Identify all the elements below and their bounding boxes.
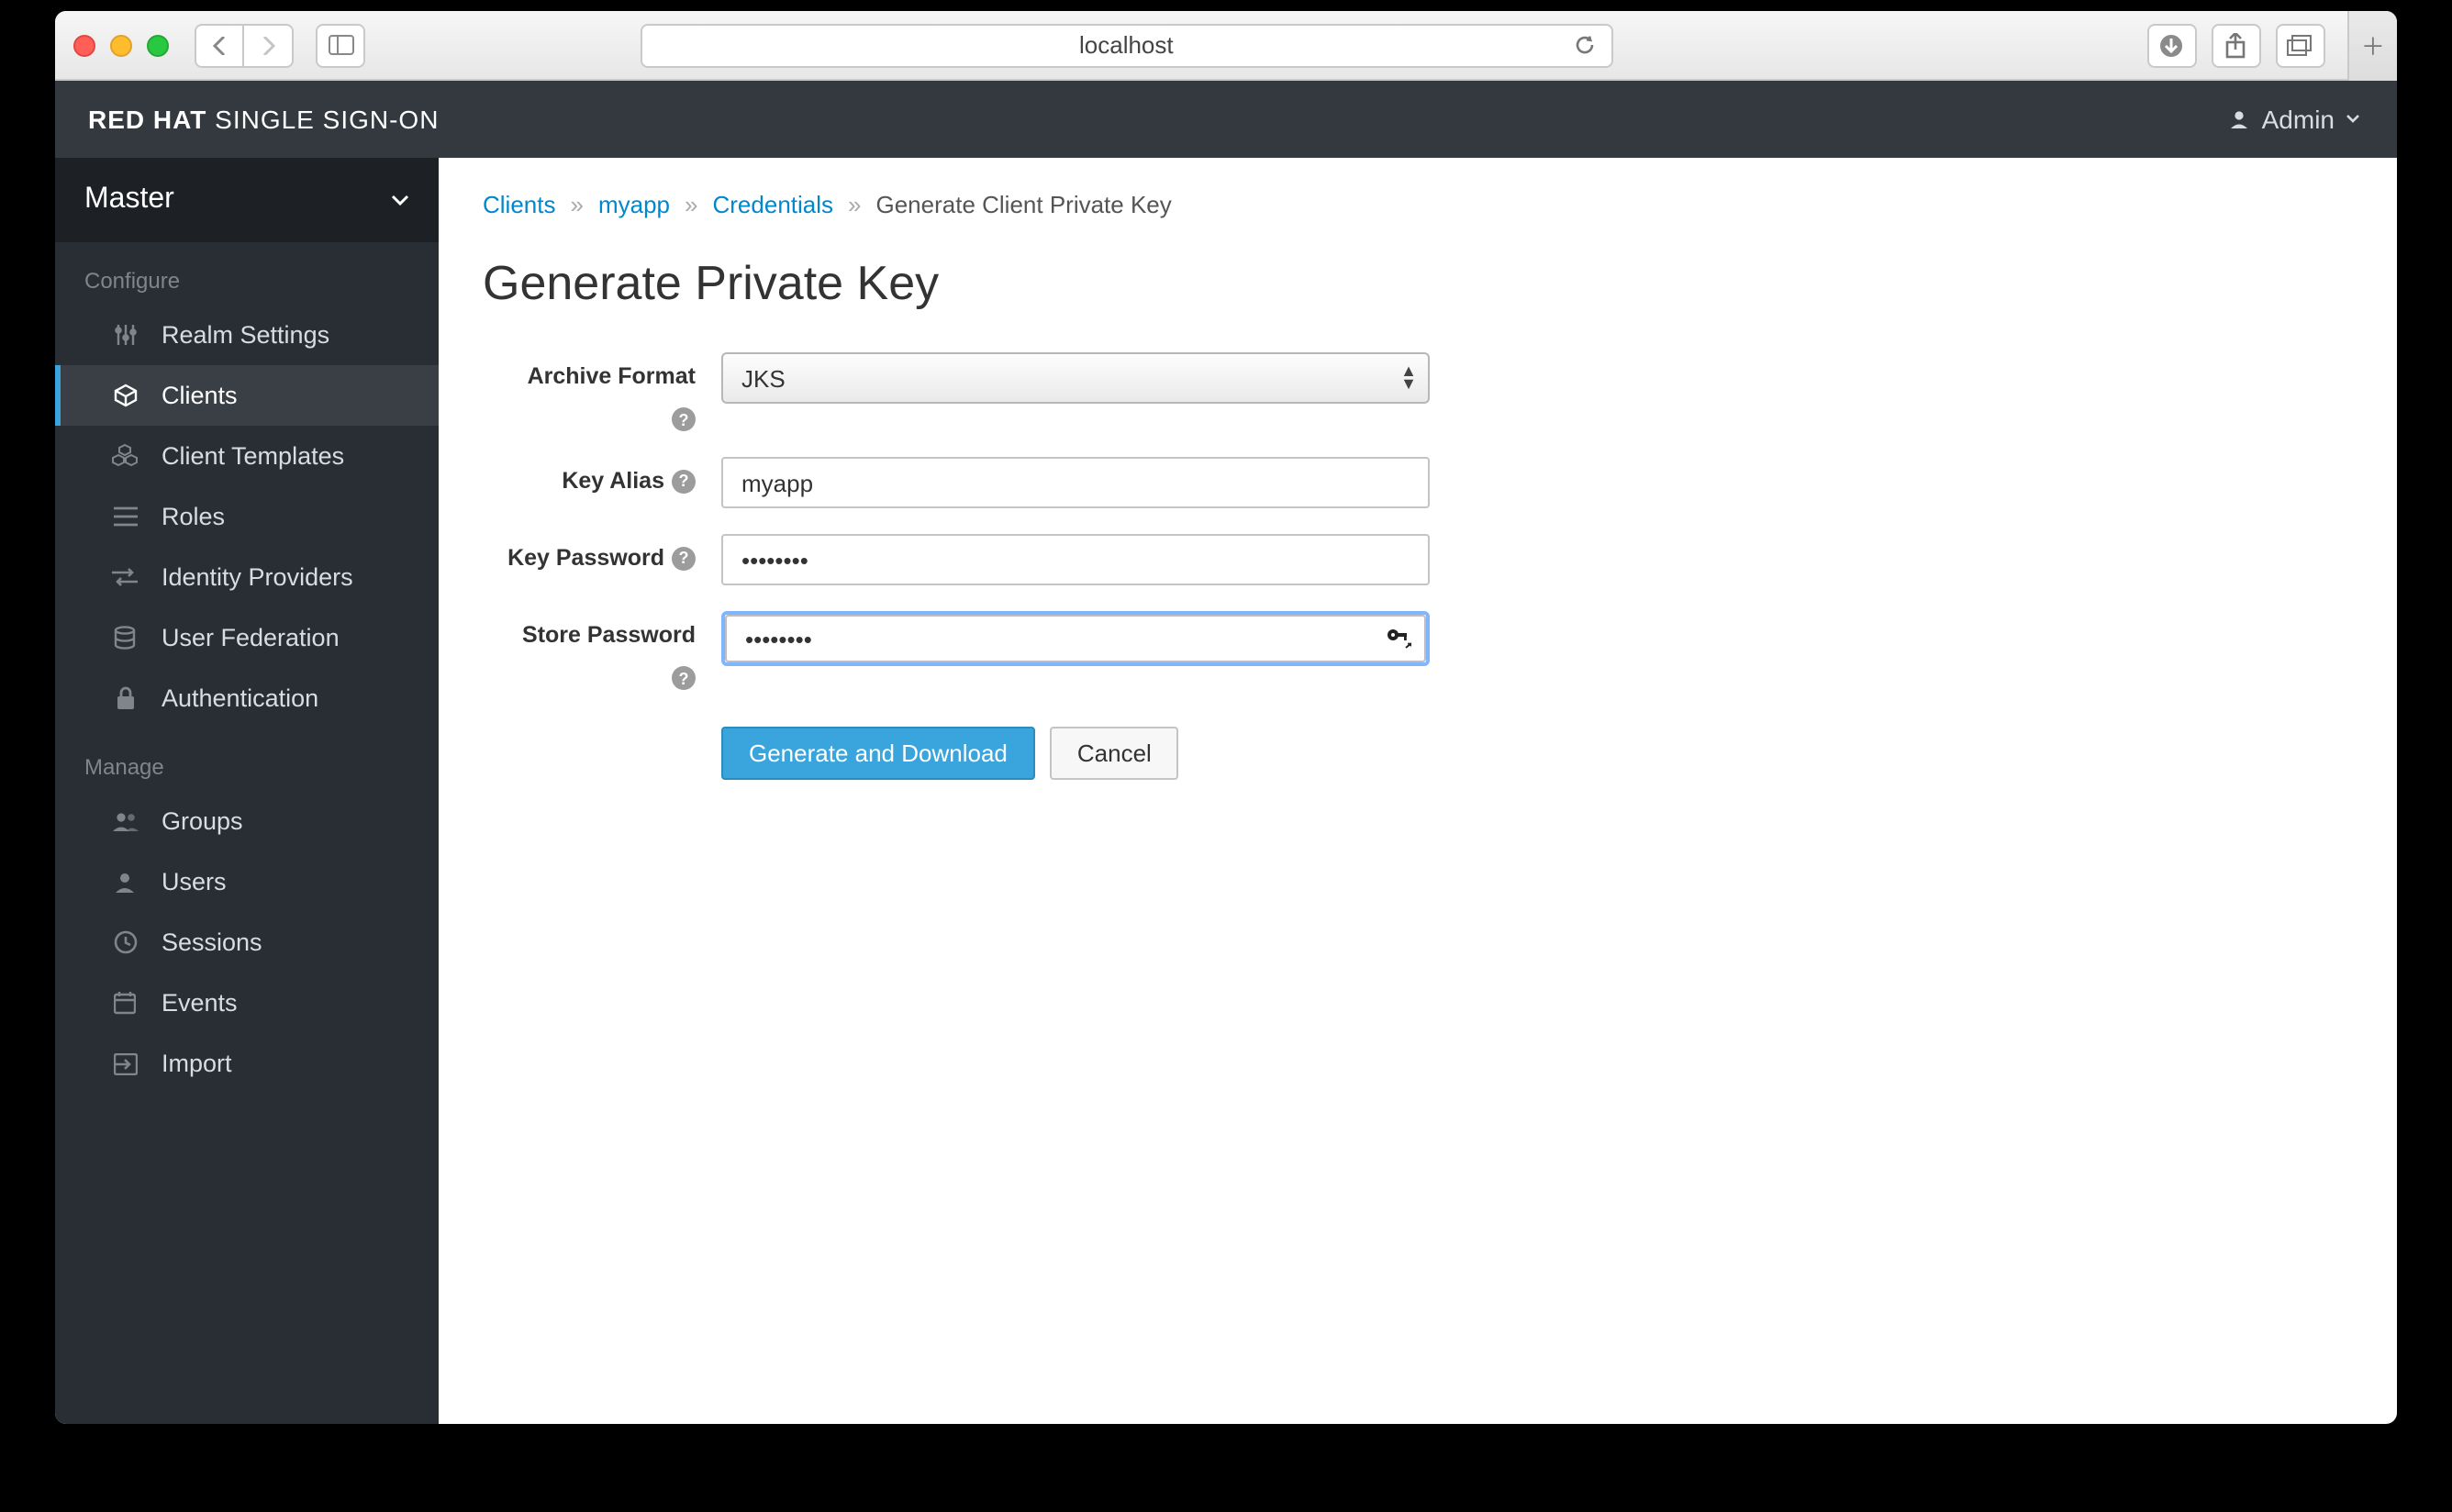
zoom-window-button[interactable] [147,34,169,56]
tabs-button[interactable] [2276,23,2325,67]
archive-format-select[interactable]: JKS ▲▼ [721,352,1430,404]
database-icon [110,626,139,650]
store-password-label: Store Password [522,622,696,648]
clock-icon [110,930,139,954]
realm-name: Master [84,183,174,217]
list-icon [110,506,139,527]
breadcrumb-sep: » [571,191,584,218]
help-icon[interactable]: ? [672,407,696,431]
sidebar-item-clients[interactable]: Clients [55,365,439,426]
new-tab-button[interactable]: ＋ [2347,11,2397,80]
cancel-button[interactable]: Cancel [1050,727,1179,780]
sidebar-item-authentication[interactable]: Authentication [55,668,439,728]
downloads-button[interactable] [2147,23,2197,67]
browser-window: localhost ＋ RED HAT SING [55,11,2397,1424]
help-icon[interactable]: ? [672,666,696,690]
sidebar-item-label: Users [162,868,227,895]
key-password-input[interactable] [721,534,1430,585]
archive-format-value: JKS [741,364,786,392]
sidebar-item-label: Sessions [162,928,262,956]
user-icon [110,871,139,893]
realm-selector[interactable]: Master [55,158,439,242]
section-header-configure: Configure [55,242,439,305]
help-icon[interactable]: ? [672,546,696,570]
import-icon [110,1052,139,1074]
user-menu[interactable]: Admin [2229,105,2360,134]
section-header-manage: Manage [55,728,439,791]
sidebar-item-roles[interactable]: Roles [55,486,439,547]
address-text: localhost [1079,31,1174,59]
user-name: Admin [2262,105,2335,134]
sidebar-item-label: Import [162,1050,232,1077]
nav-back-forward [195,23,294,67]
breadcrumb-link-credentials[interactable]: Credentials [713,191,834,218]
close-window-button[interactable] [73,34,95,56]
cube-icon [110,384,139,407]
browser-toolbar: localhost ＋ [55,11,2397,81]
lock-icon [110,686,139,710]
breadcrumb-sep: » [848,191,861,218]
chevron-down-icon [391,194,409,206]
sliders-icon [110,323,139,347]
address-bar[interactable]: localhost [640,23,1612,67]
key-icon[interactable] [1386,628,1411,650]
back-button[interactable] [195,23,244,67]
sidebar-item-users[interactable]: Users [55,851,439,912]
sidebar-item-label: Client Templates [162,442,344,470]
sidebar-item-sessions[interactable]: Sessions [55,912,439,973]
breadcrumb-sep: » [685,191,697,218]
key-alias-input[interactable] [721,457,1430,508]
key-password-label: Key Password [507,545,664,571]
user-icon [2229,108,2251,130]
sidebar-item-realm-settings[interactable]: Realm Settings [55,305,439,365]
store-password-input[interactable] [725,615,1426,662]
reload-icon[interactable] [1572,33,1596,57]
cubes-icon [110,444,139,468]
select-arrows-icon: ▲▼ [1400,365,1417,391]
exchange-icon [110,567,139,587]
sidebar-item-label: Identity Providers [162,563,353,591]
sidebar-item-label: Groups [162,807,243,835]
app-header: RED HAT SINGLE SIGN-ON Admin [55,81,2397,158]
sidebar-item-label: Clients [162,382,238,409]
breadcrumb-link-clients[interactable]: Clients [483,191,556,218]
sidebar-item-label: Authentication [162,684,318,712]
sidebar-item-label: User Federation [162,624,340,651]
forward-button[interactable] [244,23,294,67]
key-alias-label: Key Alias [562,468,664,494]
brand: RED HAT SINGLE SIGN-ON [88,105,439,134]
minimize-window-button[interactable] [110,34,132,56]
window-controls [73,34,169,56]
sidebar-toggle-button[interactable] [316,23,365,67]
generate-download-button[interactable]: Generate and Download [721,727,1035,780]
share-button[interactable] [2212,23,2261,67]
sidebar-item-user-federation[interactable]: User Federation [55,607,439,668]
help-icon[interactable]: ? [672,469,696,493]
sidebar-item-groups[interactable]: Groups [55,791,439,851]
breadcrumb: Clients » myapp » Credentials » Generate… [483,191,2353,218]
sidebar: Master Configure Realm Settings Clients [55,158,439,1424]
main-content: Clients » myapp » Credentials » Generate… [439,158,2397,1424]
chevron-down-icon [2346,114,2360,125]
breadcrumb-current: Generate Client Private Key [876,191,1172,218]
breadcrumb-link-myapp[interactable]: myapp [598,191,670,218]
sidebar-item-label: Roles [162,503,225,530]
sidebar-item-label: Events [162,989,238,1017]
users-icon [110,810,139,832]
page-title: Generate Private Key [483,255,2353,312]
archive-format-label: Archive Format [528,363,696,389]
sidebar-item-client-templates[interactable]: Client Templates [55,426,439,486]
sidebar-item-identity-providers[interactable]: Identity Providers [55,547,439,607]
sidebar-item-label: Realm Settings [162,321,329,349]
private-key-form: Archive Format ? JKS ▲▼ [483,352,2353,780]
sidebar-item-import[interactable]: Import [55,1033,439,1094]
calendar-icon [110,991,139,1015]
sidebar-item-events[interactable]: Events [55,973,439,1033]
